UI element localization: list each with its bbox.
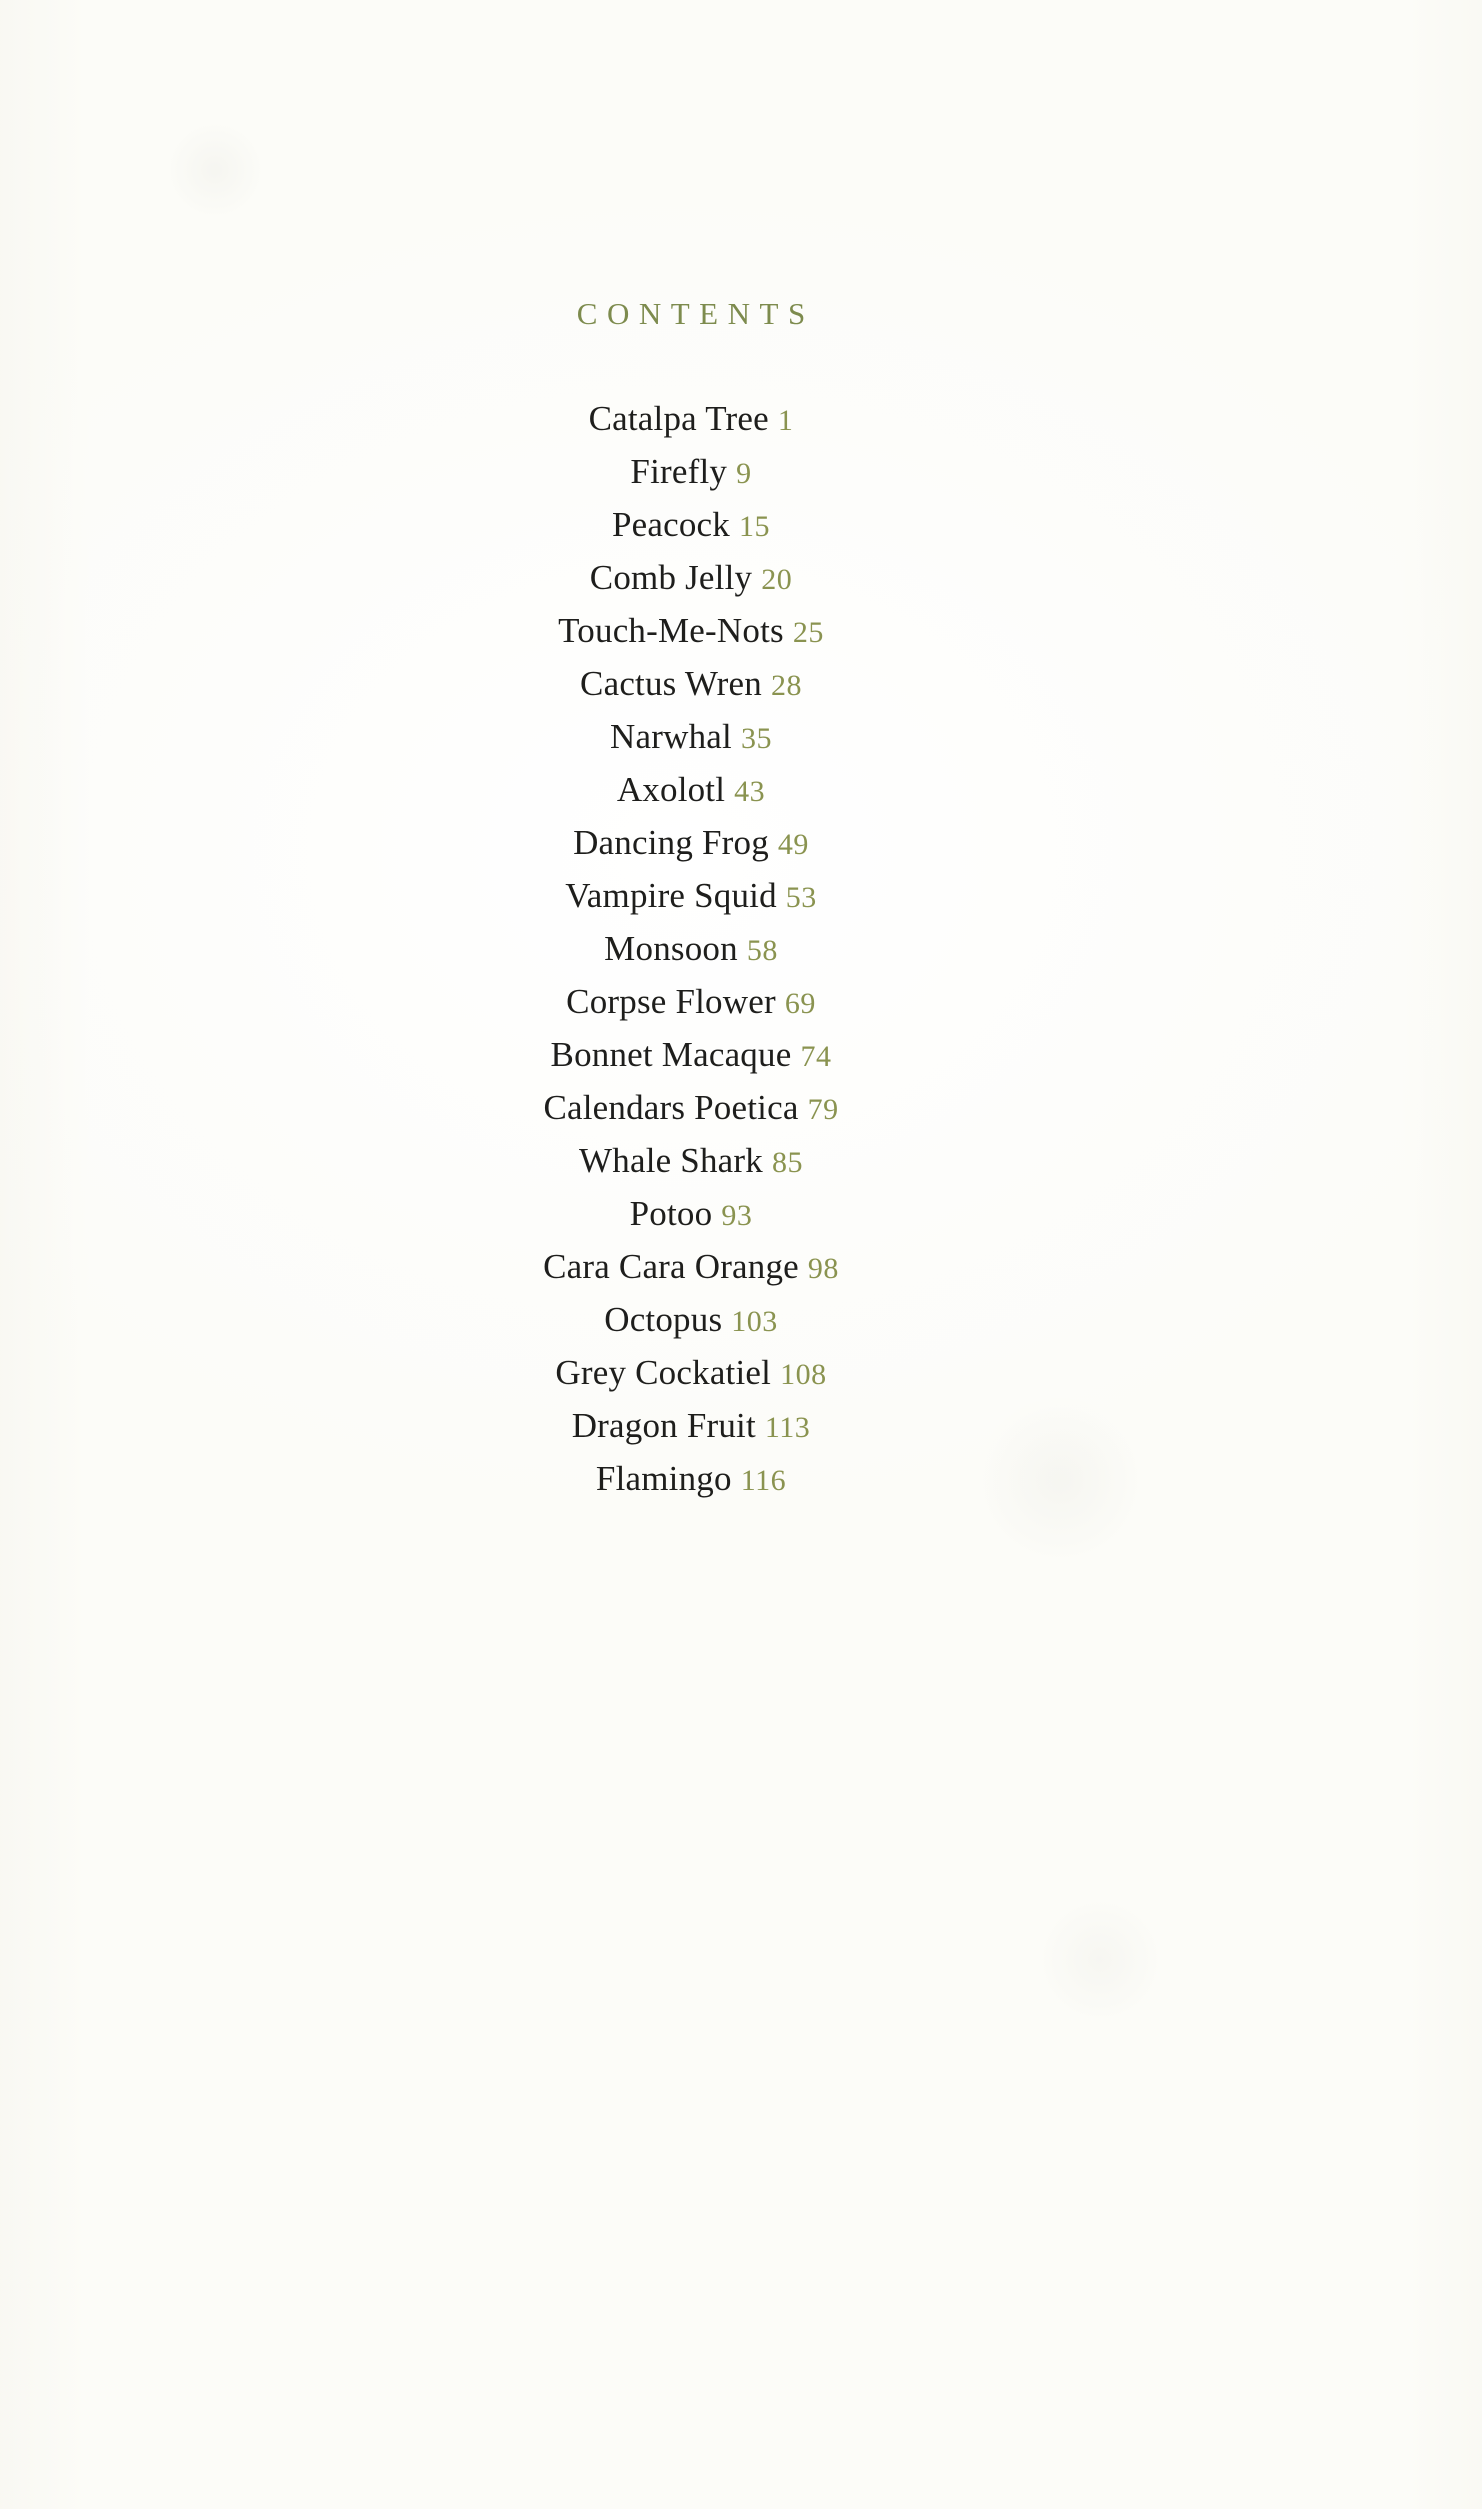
- toc-entry-page-number: 69: [784, 987, 816, 1020]
- toc-entry-page-number: 79: [807, 1093, 839, 1126]
- toc-entry[interactable]: Potoo 93: [0, 1187, 1382, 1240]
- toc-entry[interactable]: Peacock 15: [0, 498, 1382, 551]
- toc-entry[interactable]: Cactus Wren 28: [0, 657, 1382, 710]
- toc-entry[interactable]: Calendars Poetica 79: [0, 1081, 1382, 1134]
- toc-entry-page-number: 116: [740, 1464, 787, 1497]
- toc-entry-title: Grey Cockatiel: [555, 1353, 772, 1392]
- toc-entry[interactable]: Cara Cara Orange 98: [0, 1240, 1382, 1293]
- toc-entry[interactable]: Vampire Squid 53: [0, 869, 1382, 922]
- contents-block: CONTENTS Catalpa Tree 1 Firefly 9 Peacock 15 C…: [0, 0, 1382, 1505]
- toc-entry-page-number: 108: [780, 1358, 827, 1391]
- book-page: CONTENTS Catalpa Tree 1 Firefly 9 Peacock 15 C…: [0, 0, 1482, 2509]
- toc-entry-page-number: 35: [740, 722, 772, 755]
- toc-entry-title: Peacock: [611, 505, 730, 544]
- toc-entry-page-number: 85: [771, 1146, 803, 1179]
- toc-entry[interactable]: Axolotl 43: [0, 763, 1382, 816]
- toc-entry[interactable]: Grey Cockatiel 108: [0, 1346, 1382, 1399]
- toc-entry[interactable]: Narwhal 35: [0, 710, 1382, 763]
- toc-entry[interactable]: Flamingo 116: [0, 1452, 1382, 1505]
- toc-entry-page-number: 25: [792, 616, 824, 649]
- page-title: CONTENTS: [576, 296, 815, 331]
- toc-entry[interactable]: Dragon Fruit 113: [0, 1399, 1382, 1452]
- toc-entry-page-number: 49: [777, 828, 809, 861]
- toc-entry[interactable]: Bonnet Macaque 74: [0, 1028, 1382, 1081]
- toc-entry-title: Corpse Flower: [566, 982, 776, 1021]
- toc-entry[interactable]: Catalpa Tree 1: [0, 392, 1382, 445]
- toc-entry-page-number: 20: [761, 563, 793, 596]
- toc-entry-title: Vampire Squid: [565, 876, 777, 915]
- toc-entry-title: Bonnet Macaque: [550, 1035, 792, 1074]
- toc-entry-page-number: 113: [764, 1411, 811, 1444]
- toc-entry-page-number: 28: [770, 669, 802, 702]
- toc-entry-title: Touch-Me-Nots: [558, 611, 784, 650]
- toc-entry-page-number: 9: [736, 457, 752, 490]
- toc-entry-page-number: 93: [721, 1199, 753, 1232]
- toc-entry-title: Monsoon: [604, 929, 738, 968]
- toc-entry-title: Calendars Poetica: [543, 1088, 799, 1127]
- toc-entry[interactable]: Touch-Me-Nots 25: [0, 604, 1382, 657]
- toc-entry-page-number: 103: [731, 1305, 778, 1338]
- toc-entry-page-number: 58: [746, 934, 778, 967]
- toc-entry-title: Axolotl: [616, 770, 726, 809]
- toc-entry-page-number: 98: [807, 1252, 839, 1285]
- toc-entry-title: Flamingo: [595, 1459, 732, 1498]
- toc-entry-title: Cara Cara Orange: [543, 1247, 799, 1286]
- toc-entry-page-number: 1: [777, 404, 794, 437]
- toc-entry-page-number: 74: [800, 1040, 832, 1073]
- table-of-contents-list: Catalpa Tree 1 Firefly 9 Peacock 15 Comb Jelly…: [0, 329, 1382, 1505]
- toc-entry-page-number: 53: [785, 881, 817, 914]
- toc-entry-page-number: 15: [739, 510, 770, 543]
- toc-entry[interactable]: Firefly 9: [0, 445, 1382, 498]
- toc-entry-title: Dragon Fruit: [571, 1406, 756, 1445]
- toc-entry[interactable]: Comb Jelly 20: [0, 551, 1382, 604]
- toc-entry-title: Comb Jelly: [589, 558, 753, 597]
- toc-entry-title: Narwhal: [610, 717, 732, 756]
- toc-entry-title: Firefly: [630, 452, 728, 491]
- toc-entry[interactable]: Whale Shark 85: [0, 1134, 1382, 1187]
- toc-entry[interactable]: Octopus 103: [0, 1293, 1382, 1346]
- toc-entry[interactable]: Corpse Flower 69: [0, 975, 1382, 1028]
- toc-entry-page-number: 43: [734, 775, 766, 808]
- toc-entry[interactable]: Dancing Frog 49: [0, 816, 1382, 869]
- toc-entry-title: Dancing Frog: [573, 823, 769, 862]
- toc-entry-title: Potoo: [629, 1194, 713, 1233]
- toc-entry-title: Catalpa Tree: [588, 399, 769, 438]
- toc-entry-title: Whale Shark: [579, 1141, 763, 1180]
- toc-entry[interactable]: Monsoon 58: [0, 922, 1382, 975]
- toc-entry-title: Cactus Wren: [580, 664, 762, 703]
- toc-entry-title: Octopus: [604, 1300, 723, 1339]
